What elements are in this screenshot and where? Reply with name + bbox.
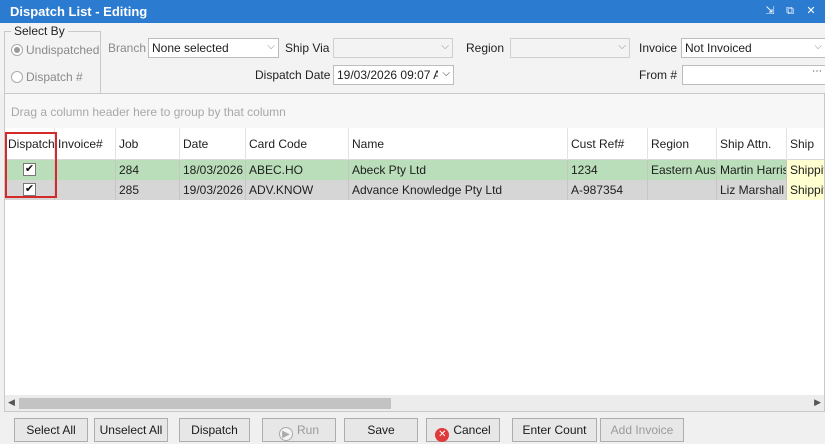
job-cell: 284 [116,160,180,180]
undispatched-label: Undispatched [26,43,100,57]
dispatch-date-picker[interactable]: 19/03/2026 09:07 AM ⌵ [333,65,454,85]
branch-value: None selected [152,41,229,55]
column-header-region[interactable]: Region [648,128,717,160]
grid-header: Dispatch Invoice# Job Date Card Code Nam… [5,128,824,160]
ellipsis-icon[interactable]: ⋯ [812,66,822,77]
region-cell: Eastern Australia [648,160,717,180]
job-cell: 285 [116,180,180,200]
column-header-ship-attn[interactable]: Ship Attn. [717,128,787,160]
dispatch-date-value: 19/03/2026 09:07 AM [337,68,438,82]
dispatch-number-label: Dispatch # [26,70,83,84]
from-label: From # [639,68,678,82]
card-code-cell: ABEC.HO [246,160,349,180]
radio-selected-icon [11,44,23,56]
run-button[interactable]: ▶ Run [262,418,336,442]
enter-count-label: Enter Count [522,423,587,437]
ship-attn-cell: Liz Marshall [717,180,787,200]
column-header-cust-ref[interactable]: Cust Ref# [568,128,648,160]
column-header-invoice[interactable]: Invoice# [55,128,116,160]
cancel-label: Cancel [453,423,491,437]
invoice-dropdown[interactable]: Not Invoiced ⌵ [681,38,825,58]
add-invoice-button[interactable]: Add Invoice [600,418,684,442]
restore-icon[interactable]: ⧉ [783,4,797,18]
enter-count-button[interactable]: Enter Count [512,418,597,442]
title-bar: Dispatch List - Editing ⇲ ⧉ ✕ [0,0,825,23]
unselect-all-button[interactable]: Unselect All [94,418,168,442]
dispatch-button[interactable]: Dispatch [179,418,250,442]
cust-ref-cell: 1234 [568,160,648,180]
column-header-name[interactable]: Name [349,128,568,160]
save-button[interactable]: Save [344,418,418,442]
unselect-all-label: Unselect All [99,423,163,437]
branch-label: Branch [108,41,147,55]
run-label: Run [296,423,319,437]
scroll-left-icon[interactable]: ◀ [8,397,15,408]
table-row[interactable]: ✔ 285 19/03/2026 ADV.KNOW Advance Knowle… [5,180,824,200]
dispatch-date-label: Dispatch Date [255,68,331,82]
save-label: Save [367,423,395,437]
date-cell: 19/03/2026 [180,180,246,200]
dispatch-grid: Drag a column header here to group by th… [4,93,825,412]
chevron-down-icon: ⌵ [814,41,822,52]
from-number-input[interactable]: ⋯ [682,65,825,85]
select-all-label: Select All [26,423,76,437]
ship-via-dropdown[interactable]: ⌵ [333,38,453,58]
cust-ref-cell: A-987354 [568,180,648,200]
group-by-hint: Drag a column header here to group by th… [5,94,824,128]
invoice-cell [55,180,116,200]
filter-panel: Select By Undispatched Dispatch # Branch… [0,23,825,115]
scrollbar-thumb[interactable] [19,398,391,409]
pin-icon[interactable]: ⇲ [763,4,777,18]
ship-via-label: Ship Via [285,41,330,55]
window-title: Dispatch List - Editing [10,4,148,19]
scroll-right-icon[interactable]: ▶ [814,397,821,408]
invoice-value: Not Invoiced [685,41,752,55]
region-label: Region [466,41,505,55]
select-by-label: Select By [11,24,68,38]
play-icon: ▶ [278,427,293,441]
undispatched-radio[interactable]: Undispatched [11,43,99,57]
radio-icon [11,71,23,83]
add-invoice-label: Add Invoice [610,423,674,437]
invoice-cell [55,160,116,180]
chevron-down-icon: ⌵ [618,41,626,52]
region-cell [648,180,717,200]
invoice-label: Invoice [639,41,678,55]
horizontal-scrollbar[interactable]: ◀ ▶ [5,395,824,411]
dispatch-number-radio[interactable]: Dispatch # [11,70,83,84]
ship-cell[interactable]: Shippit [787,180,824,200]
select-all-button[interactable]: Select All [14,418,88,442]
dispatch-column-highlight [5,132,57,198]
region-dropdown[interactable]: ⌵ [510,38,630,58]
column-header-card-code[interactable]: Card Code [246,128,349,160]
dispatch-label: Dispatch [191,423,238,437]
column-header-date[interactable]: Date [180,128,246,160]
branch-dropdown[interactable]: None selected ⌵ [148,38,279,58]
card-code-cell: ADV.KNOW [246,180,349,200]
chevron-down-icon: ⌵ [442,68,450,79]
close-icon[interactable]: ✕ [804,4,818,18]
column-header-ship[interactable]: Ship [787,128,824,160]
ship-cell[interactable]: Shippit [787,160,824,180]
name-cell: Advance Knowledge Pty Ltd [349,180,568,200]
chevron-down-icon: ⌵ [267,41,275,52]
table-row[interactable]: ✔ 284 18/03/2026 ABEC.HO Abeck Pty Ltd 1… [5,160,824,180]
name-cell: Abeck Pty Ltd [349,160,568,180]
chevron-down-icon: ⌵ [441,41,449,52]
ship-attn-cell: Martin Harrison [717,160,787,180]
date-cell: 18/03/2026 [180,160,246,180]
column-header-job[interactable]: Job [116,128,180,160]
cancel-icon: ✕ [435,428,450,442]
cancel-button[interactable]: ✕ Cancel [426,418,500,442]
